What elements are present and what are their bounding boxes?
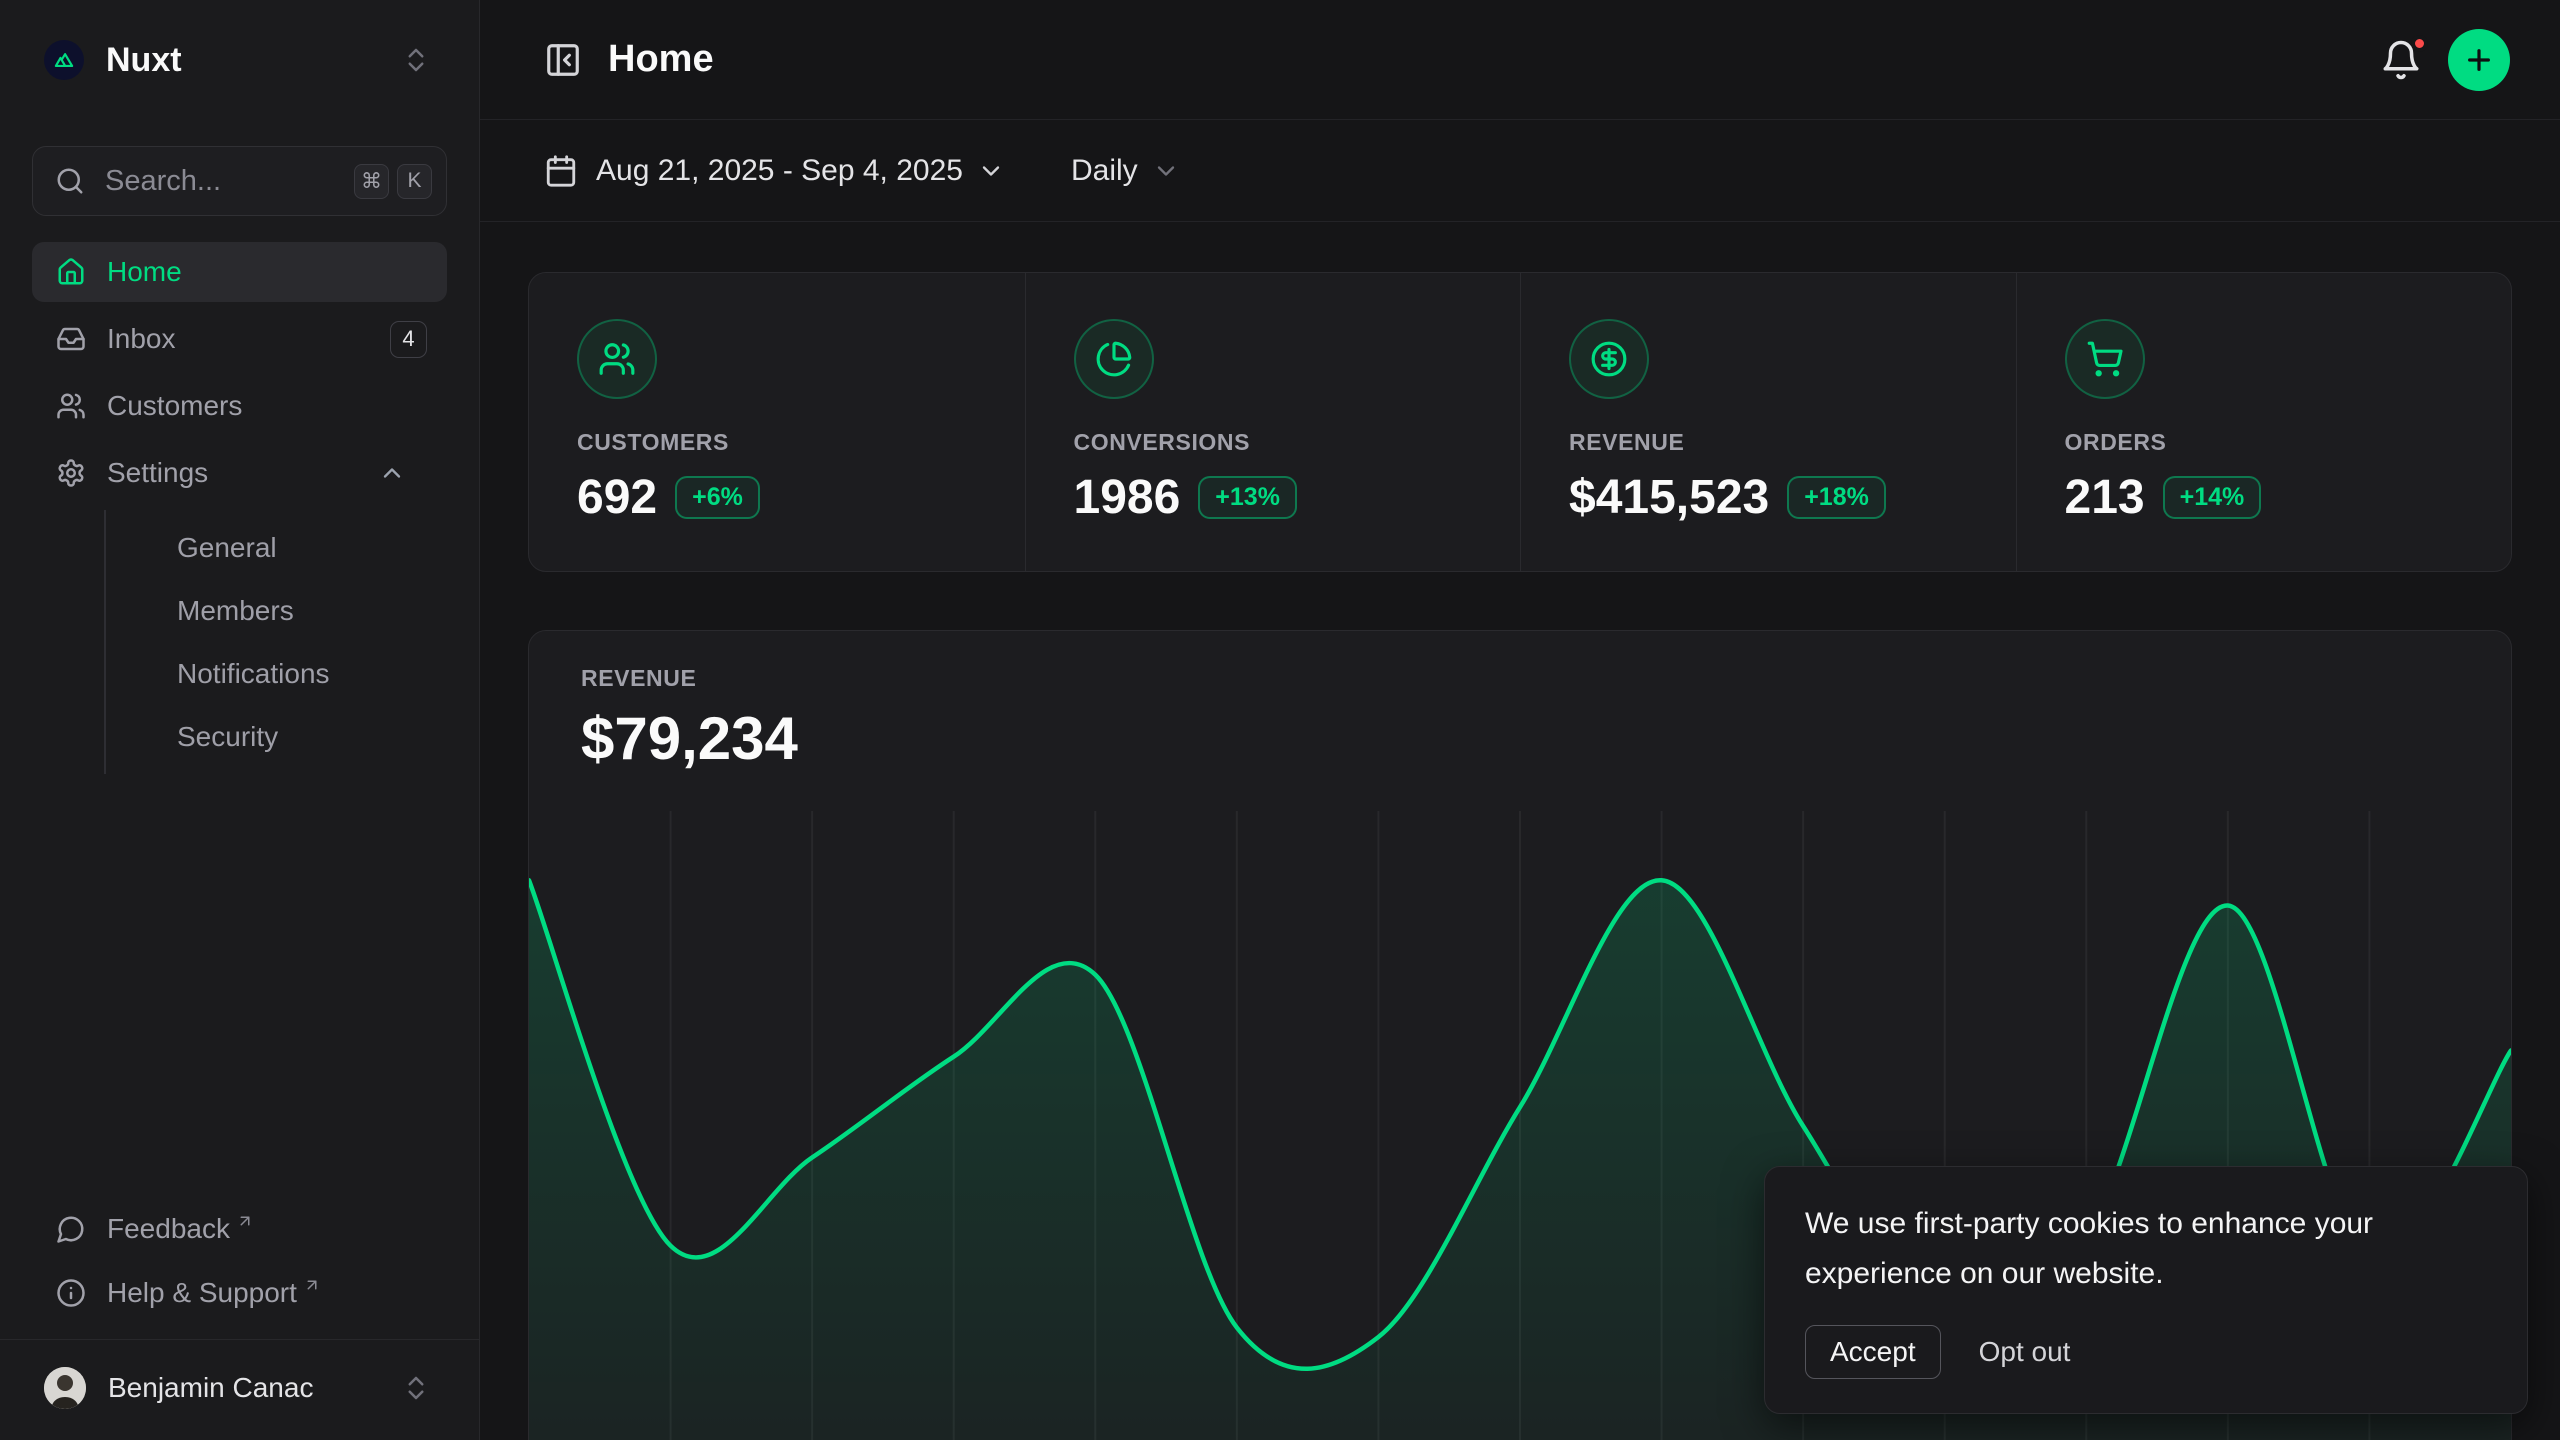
- subnav-label: Members: [177, 595, 294, 627]
- house-icon: [56, 257, 86, 287]
- stat-label: CUSTOMERS: [577, 429, 977, 456]
- app-root: Nuxt Search... ⌘ K Home: [0, 0, 2560, 1440]
- gear-icon: [56, 458, 86, 488]
- filter-bar: Aug 21, 2025 - Sep 4, 2025 Daily: [480, 120, 2560, 222]
- stat-label: REVENUE: [1569, 429, 1968, 456]
- search-input[interactable]: Search... ⌘ K: [32, 146, 447, 216]
- date-range-value: Aug 21, 2025 - Sep 4, 2025: [596, 154, 963, 188]
- stat-delta-badge: +14%: [2163, 476, 2262, 519]
- sidebar: Nuxt Search... ⌘ K Home: [0, 0, 480, 1440]
- stat-value: 692: [577, 470, 657, 525]
- sidebar-item-notifications[interactable]: Notifications: [106, 642, 447, 705]
- stat-label: ORDERS: [2065, 429, 2464, 456]
- cookie-banner: We use first-party cookies to enhance yo…: [1764, 1166, 2528, 1414]
- stat-value: $415,523: [1569, 470, 1769, 525]
- sidebar-item-label: Settings: [107, 457, 378, 489]
- revenue-chart-label: REVENUE: [581, 665, 2459, 692]
- stat-value: 1986: [1074, 470, 1181, 525]
- panel-collapse-icon[interactable]: [544, 41, 582, 79]
- page-title: Home: [608, 38, 2380, 81]
- stat-icon-badge: [1074, 319, 1154, 399]
- help-support-link[interactable]: Help & Support: [32, 1261, 447, 1325]
- revenue-chart-header: REVENUE $79,234: [529, 631, 2511, 773]
- stat-icon-badge: [577, 319, 657, 399]
- main-area: Home Aug 21, 2025 - Sep 4, 2025: [480, 0, 2560, 1440]
- stats-row: CUSTOMERS 692 +6% CONVERSIONS 1986 +13%: [528, 272, 2512, 572]
- sidebar-item-general[interactable]: General: [106, 516, 447, 579]
- workspace-switcher[interactable]: Nuxt: [32, 24, 447, 96]
- unread-dot: [2411, 35, 2428, 52]
- user-menu[interactable]: Benjamin Canac: [32, 1352, 447, 1424]
- circle-dollar-icon: [1590, 340, 1628, 378]
- stat-label: CONVERSIONS: [1074, 429, 1473, 456]
- sidebar-item-settings[interactable]: Settings: [32, 443, 447, 503]
- period-value: Daily: [1071, 154, 1138, 188]
- users-icon: [598, 340, 636, 378]
- stat-delta-badge: +6%: [675, 476, 760, 519]
- subnav-label: Security: [177, 721, 278, 753]
- stat-card-customers[interactable]: CUSTOMERS 692 +6%: [529, 273, 1025, 571]
- sidebar-item-label: Customers: [107, 390, 427, 422]
- search-icon: [55, 166, 85, 196]
- date-range-picker[interactable]: Aug 21, 2025 - Sep 4, 2025: [544, 154, 1023, 188]
- plus-icon: [2463, 44, 2495, 76]
- nuxt-logo-icon: [44, 40, 84, 80]
- shopping-cart-icon: [2086, 340, 2124, 378]
- stat-value: 213: [2065, 470, 2145, 525]
- stat-card-conversions[interactable]: CONVERSIONS 1986 +13%: [1025, 273, 1521, 571]
- subnav-label: General: [177, 532, 277, 564]
- users-icon: [56, 391, 86, 421]
- footer-link-label: Feedback: [107, 1213, 230, 1245]
- stat-icon-badge: [1569, 319, 1649, 399]
- sidebar-footer: Feedback Help & Support Benjami: [32, 1197, 447, 1424]
- message-circle-icon: [56, 1214, 86, 1244]
- chevron-up-icon: [378, 459, 406, 487]
- cookie-accept-button[interactable]: Accept: [1805, 1325, 1941, 1379]
- inbox-count-badge: 4: [390, 321, 427, 358]
- settings-subnav: General Members Notifications Security: [104, 510, 447, 774]
- stat-delta-badge: +13%: [1198, 476, 1297, 519]
- external-link-icon: [303, 1276, 321, 1294]
- stat-icon-badge: [2065, 319, 2145, 399]
- chart-pie-icon: [1095, 340, 1133, 378]
- sidebar-item-home[interactable]: Home: [32, 242, 447, 302]
- sidebar-item-label: Inbox: [107, 323, 390, 355]
- chevrons-up-down-icon: [401, 45, 431, 75]
- sidebar-nav: Home Inbox 4 Customers Settings: [32, 242, 447, 774]
- calendar-icon: [544, 154, 578, 188]
- notifications-button[interactable]: [2380, 39, 2422, 81]
- revenue-chart-value: $79,234: [581, 704, 2459, 773]
- subnav-label: Notifications: [177, 658, 330, 690]
- feedback-link[interactable]: Feedback: [32, 1197, 447, 1261]
- chevrons-up-down-icon: [401, 1373, 431, 1403]
- chevron-down-icon: [1152, 157, 1180, 185]
- kbd-cmd: ⌘: [354, 164, 389, 199]
- avatar: [44, 1367, 86, 1409]
- stat-card-orders[interactable]: ORDERS 213 +14%: [2016, 273, 2512, 571]
- sidebar-item-security[interactable]: Security: [106, 705, 447, 768]
- chevron-down-icon: [977, 157, 1005, 185]
- search-placeholder: Search...: [105, 165, 346, 198]
- cookie-message: We use first-party cookies to enhance yo…: [1805, 1199, 2487, 1299]
- inbox-icon: [56, 324, 86, 354]
- user-name: Benjamin Canac: [108, 1372, 401, 1404]
- info-circle-icon: [56, 1278, 86, 1308]
- workspace-name: Nuxt: [106, 41, 401, 80]
- cookie-optout-button[interactable]: Opt out: [1979, 1336, 2071, 1368]
- sidebar-item-members[interactable]: Members: [106, 579, 447, 642]
- footer-link-label: Help & Support: [107, 1277, 297, 1309]
- sidebar-divider: [0, 1339, 479, 1340]
- period-select[interactable]: Daily: [1071, 154, 1180, 188]
- stat-delta-badge: +18%: [1787, 476, 1886, 519]
- dashboard-content: CUSTOMERS 692 +6% CONVERSIONS 1986 +13%: [480, 222, 2560, 1440]
- sidebar-item-customers[interactable]: Customers: [32, 376, 447, 436]
- add-button[interactable]: [2448, 29, 2510, 91]
- external-link-icon: [236, 1212, 254, 1230]
- top-header: Home: [480, 0, 2560, 120]
- stat-card-revenue[interactable]: REVENUE $415,523 +18%: [1520, 273, 2016, 571]
- sidebar-item-label: Home: [107, 256, 427, 288]
- kbd-k: K: [397, 164, 432, 199]
- sidebar-item-inbox[interactable]: Inbox 4: [32, 309, 447, 369]
